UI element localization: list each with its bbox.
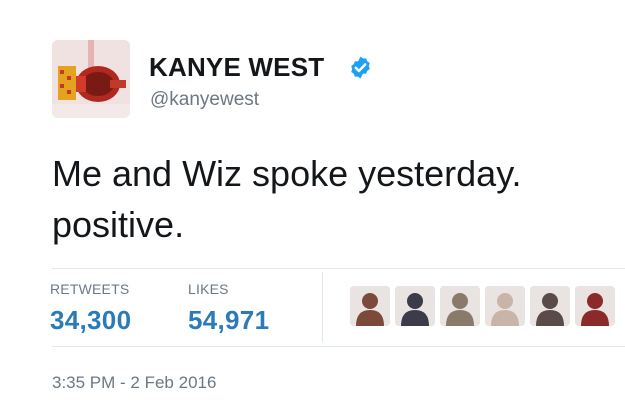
retweets-stat[interactable]: RETWEETS 34,300 [50, 281, 131, 336]
liker-avatar-4[interactable] [485, 286, 525, 326]
stats-separator [322, 272, 323, 342]
verified-badge-icon [351, 56, 370, 79]
liker-avatar-1[interactable] [350, 286, 390, 326]
retweets-label: RETWEETS [50, 281, 130, 297]
display-name[interactable]: KANYE WEST [149, 52, 324, 83]
stats-top-divider [52, 268, 625, 269]
likes-count: 54,971 [188, 305, 270, 335]
liker-avatar-3[interactable] [440, 286, 480, 326]
liker-avatar-2[interactable] [395, 286, 435, 326]
tweet-text: Me and Wiz spoke yesterday. positive. [52, 153, 522, 245]
user-handle[interactable]: @kanyewest [150, 89, 259, 111]
profile-avatar[interactable] [52, 40, 130, 118]
liker-avatar-5[interactable] [530, 286, 570, 326]
tweet-timestamp[interactable]: 3:35 PM - 2 Feb 2016 [52, 373, 216, 393]
likes-label: LIKES [188, 281, 229, 297]
stats-bottom-divider [52, 346, 625, 347]
likes-stat[interactable]: LIKES 54,971 [188, 281, 269, 336]
liker-avatar-6[interactable] [575, 286, 615, 326]
retweets-count: 34,300 [50, 305, 132, 335]
profile-avatar-icon [52, 40, 130, 118]
